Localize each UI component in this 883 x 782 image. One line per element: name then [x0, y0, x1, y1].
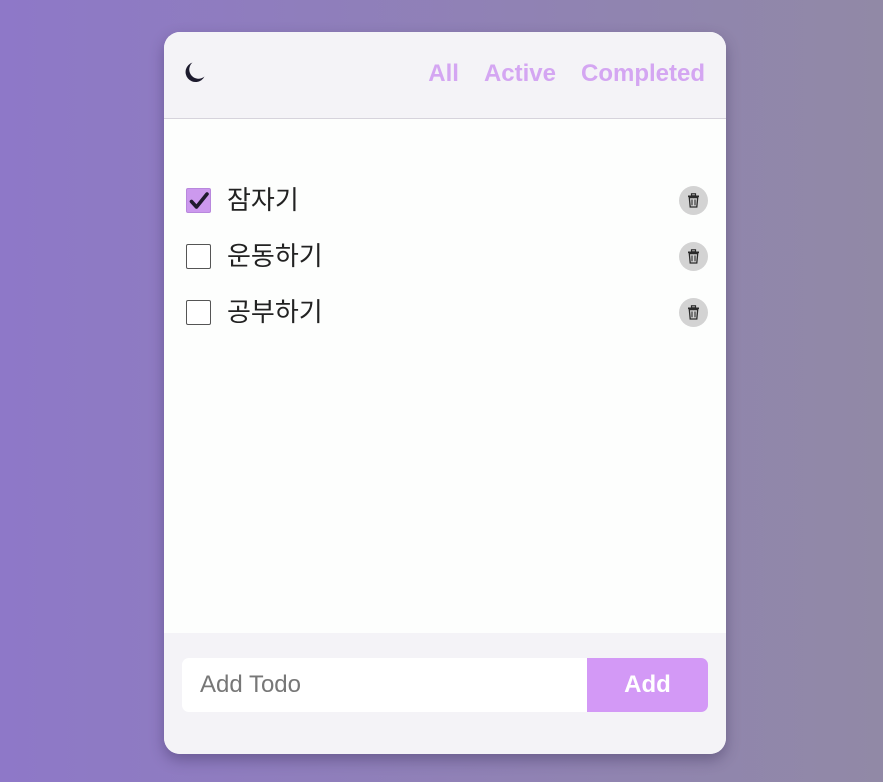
filter-all[interactable]: All: [428, 59, 459, 89]
header: All Active Completed: [164, 32, 726, 119]
delete-button[interactable]: [679, 298, 708, 327]
trash-icon: [688, 249, 699, 264]
todo-list: 잠자기 운동하기 공부하기: [164, 119, 726, 633]
add-button[interactable]: Add: [587, 658, 708, 712]
todo-card: All Active Completed 잠자기 운동하기 공부하기 Add T…: [164, 32, 726, 754]
checkmark-icon: [189, 192, 209, 209]
trash-icon: [688, 193, 699, 208]
moon-icon[interactable]: [180, 59, 208, 87]
todo-checkbox[interactable]: [186, 244, 211, 269]
delete-button[interactable]: [679, 186, 708, 215]
list-item: 운동하기: [164, 239, 726, 279]
list-item: 공부하기: [164, 295, 726, 335]
todo-text: 공부하기: [227, 298, 323, 328]
list-item: 잠자기: [164, 183, 726, 223]
filter-active[interactable]: Active: [484, 59, 556, 89]
todo-checkbox[interactable]: [186, 300, 211, 325]
trash-icon: [688, 305, 699, 320]
todo-checkbox[interactable]: [186, 188, 211, 213]
todo-text: 잠자기: [227, 186, 299, 216]
filter-completed[interactable]: Completed: [581, 59, 705, 89]
delete-button[interactable]: [679, 242, 708, 271]
filter-tabs: All Active Completed: [428, 59, 705, 89]
todo-text: 운동하기: [227, 242, 323, 272]
add-todo-input[interactable]: [182, 658, 587, 712]
add-todo-bar: Add: [164, 633, 726, 754]
